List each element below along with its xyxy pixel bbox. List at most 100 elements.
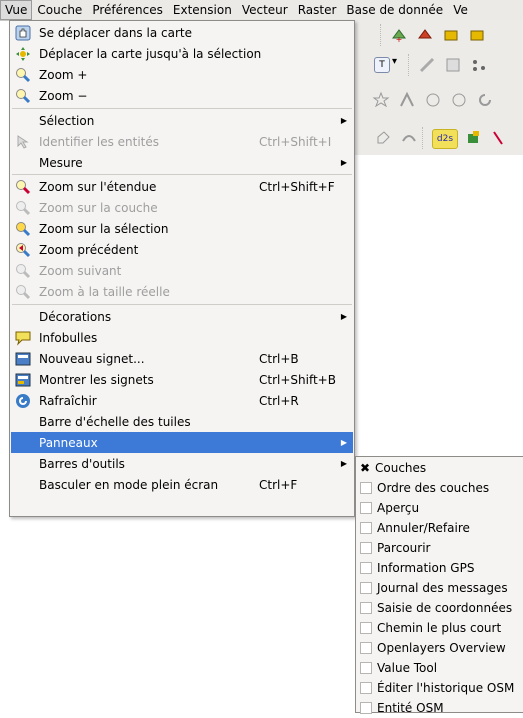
zoom-selection-icon xyxy=(14,220,32,238)
refresh-partial-icon[interactable] xyxy=(476,91,494,109)
menu-item-zoom-actual[interactable]: Zoom à la taille réelle xyxy=(11,281,353,302)
checkbox[interactable] xyxy=(360,582,372,594)
menu-item-toolbars[interactable]: Barres d'outils ▶ xyxy=(11,453,353,474)
zoom-out-icon xyxy=(14,87,32,105)
rotate-icon-2[interactable] xyxy=(450,91,468,109)
menu-item-map-tips[interactable]: Infobulles xyxy=(11,327,353,348)
menu-item-pan[interactable]: Se déplacer dans la carte xyxy=(11,22,353,43)
submenu-arrow-icon: ▶ xyxy=(340,438,347,447)
menu-item-new-bookmark[interactable]: Nouveau signet... Ctrl+B xyxy=(11,348,353,369)
submenu-arrow-icon: ▶ xyxy=(340,116,347,125)
menu-bar: Vue Couche Préférences Extension Vecteur… xyxy=(0,0,523,21)
panel-item-chemin-plus-court[interactable]: Chemin le plus court xyxy=(360,618,501,638)
svg-text:+: + xyxy=(396,35,403,44)
panel-item-saisie-coordonnees[interactable]: Saisie de coordonnées xyxy=(360,598,512,618)
checkbox[interactable] xyxy=(360,642,372,654)
tag-icon[interactable] xyxy=(374,129,392,147)
measure-icon[interactable] xyxy=(398,91,416,109)
menu-ve-truncated[interactable]: Ve xyxy=(448,0,473,20)
panel-item-couches[interactable]: ✖ Couches xyxy=(360,458,426,478)
pin-label-icon[interactable] xyxy=(464,129,482,147)
zoom-next-icon xyxy=(14,262,32,280)
menu-item-zoom-selection[interactable]: Zoom sur la sélection xyxy=(11,218,353,239)
menu-divider xyxy=(12,304,352,305)
menu-item-zoom-next[interactable]: Zoom suivant xyxy=(11,260,353,281)
toolbar-separator xyxy=(408,54,411,76)
menu-raster[interactable]: Raster xyxy=(293,0,342,20)
node-tool-icon[interactable] xyxy=(470,56,488,74)
checkbox[interactable] xyxy=(360,602,372,614)
menu-item-zoom-in[interactable]: Zoom + xyxy=(11,64,353,85)
panel-item-openlayers-overview[interactable]: Openlayers Overview xyxy=(360,638,506,658)
checkbox[interactable] xyxy=(360,702,372,714)
panel-item-value-tool[interactable]: Value Tool xyxy=(360,658,437,678)
menu-item-panels[interactable]: Panneaux ▶ xyxy=(11,432,353,453)
label-move-icon[interactable] xyxy=(490,129,508,147)
paint-icon[interactable] xyxy=(400,129,418,147)
save-edits-icon[interactable] xyxy=(444,56,462,74)
checkbox[interactable] xyxy=(360,662,372,674)
pencil-edit-icon[interactable] xyxy=(418,56,436,74)
pan-to-selection-icon xyxy=(14,45,32,63)
panel-item-ordre-couches[interactable]: Ordre des couches xyxy=(360,478,489,498)
menu-item-zoom-layer[interactable]: Zoom sur la couche xyxy=(11,197,353,218)
menu-item-fullscreen[interactable]: Basculer en mode plein écran Ctrl+F xyxy=(11,474,353,495)
new-bookmark-icon xyxy=(14,350,32,368)
menu-vecteur[interactable]: Vecteur xyxy=(237,0,293,20)
checkbox[interactable] xyxy=(360,522,372,534)
panel-item-entite-osm[interactable]: Entité OSM xyxy=(360,698,444,718)
checkbox[interactable] xyxy=(360,482,372,494)
rotate-icon[interactable] xyxy=(424,91,442,109)
checkbox[interactable] xyxy=(360,562,372,574)
panel-item-journal-messages[interactable]: Journal des messages xyxy=(360,578,508,598)
zoom-actual-icon xyxy=(14,283,32,301)
menu-item-decorations[interactable]: Décorations ▶ xyxy=(11,306,353,327)
menu-divider xyxy=(12,108,352,109)
pan-hand-icon xyxy=(14,24,32,42)
panel-item-parcourir[interactable]: Parcourir xyxy=(360,538,430,558)
menu-item-measure[interactable]: Mesure ▶ xyxy=(11,152,353,173)
identify-icon xyxy=(14,133,32,151)
label-tool-icon[interactable]: d2s xyxy=(432,129,458,149)
layer-add-icon[interactable]: + xyxy=(390,26,408,44)
panel-item-editer-historique-osm[interactable]: Éditer l'historique OSM xyxy=(360,678,514,698)
menu-item-zoom-out[interactable]: Zoom − xyxy=(11,85,353,106)
toolbar-row-1: + xyxy=(340,20,523,50)
toolbar-row-2: T ▾ xyxy=(340,50,523,80)
checkbox[interactable] xyxy=(360,502,372,514)
menu-item-zoom-last[interactable]: Zoom précédent xyxy=(11,239,353,260)
text-annotation-icon[interactable]: T xyxy=(374,57,390,73)
menu-vue[interactable]: Vue xyxy=(0,0,33,20)
zoom-full-icon xyxy=(14,178,32,196)
menu-item-pan-to-selection[interactable]: Déplacer la carte jusqu'à la sélection xyxy=(11,43,353,64)
menu-item-zoom-full[interactable]: Zoom sur l'étendue Ctrl+Shift+F xyxy=(11,176,353,197)
plugin-icon-2[interactable] xyxy=(468,26,486,44)
menu-divider xyxy=(12,174,352,175)
menu-couche[interactable]: Couche xyxy=(32,0,87,20)
show-bookmarks-icon xyxy=(14,371,32,389)
panel-item-apercu[interactable]: Aperçu xyxy=(360,498,419,518)
layer-add-raster-icon[interactable] xyxy=(416,26,434,44)
menu-base-de-donnee[interactable]: Base de donnée xyxy=(341,0,448,20)
panel-item-information-gps[interactable]: Information GPS xyxy=(360,558,474,578)
star-select-icon[interactable] xyxy=(372,91,390,109)
checkbox[interactable] xyxy=(360,542,372,554)
zoom-in-icon xyxy=(14,66,32,84)
menu-preferences[interactable]: Préférences xyxy=(87,0,168,20)
menu-extension[interactable]: Extension xyxy=(168,0,237,20)
menu-item-refresh[interactable]: Rafraîchir Ctrl+R xyxy=(11,390,353,411)
toolbar-row-3 xyxy=(340,85,523,115)
menu-item-identify[interactable]: Identifier les entités Ctrl+Shift+I xyxy=(11,131,353,152)
map-tips-icon xyxy=(14,329,32,347)
menu-item-tile-scale[interactable]: Barre d'échelle des tuiles xyxy=(11,411,353,432)
checkbox[interactable] xyxy=(360,622,372,634)
checkbox[interactable] xyxy=(360,682,372,694)
checked-icon[interactable]: ✖ xyxy=(360,462,370,474)
zoom-last-icon xyxy=(14,241,32,259)
plugin-icon[interactable] xyxy=(442,26,460,44)
toolbar-separator xyxy=(380,24,383,46)
menu-item-selection[interactable]: Sélection ▶ xyxy=(11,110,353,131)
panel-item-annuler-refaire[interactable]: Annuler/Refaire xyxy=(360,518,470,538)
toolbar-separator xyxy=(422,127,425,149)
menu-item-show-bookmarks[interactable]: Montrer les signets Ctrl+Shift+B xyxy=(11,369,353,390)
